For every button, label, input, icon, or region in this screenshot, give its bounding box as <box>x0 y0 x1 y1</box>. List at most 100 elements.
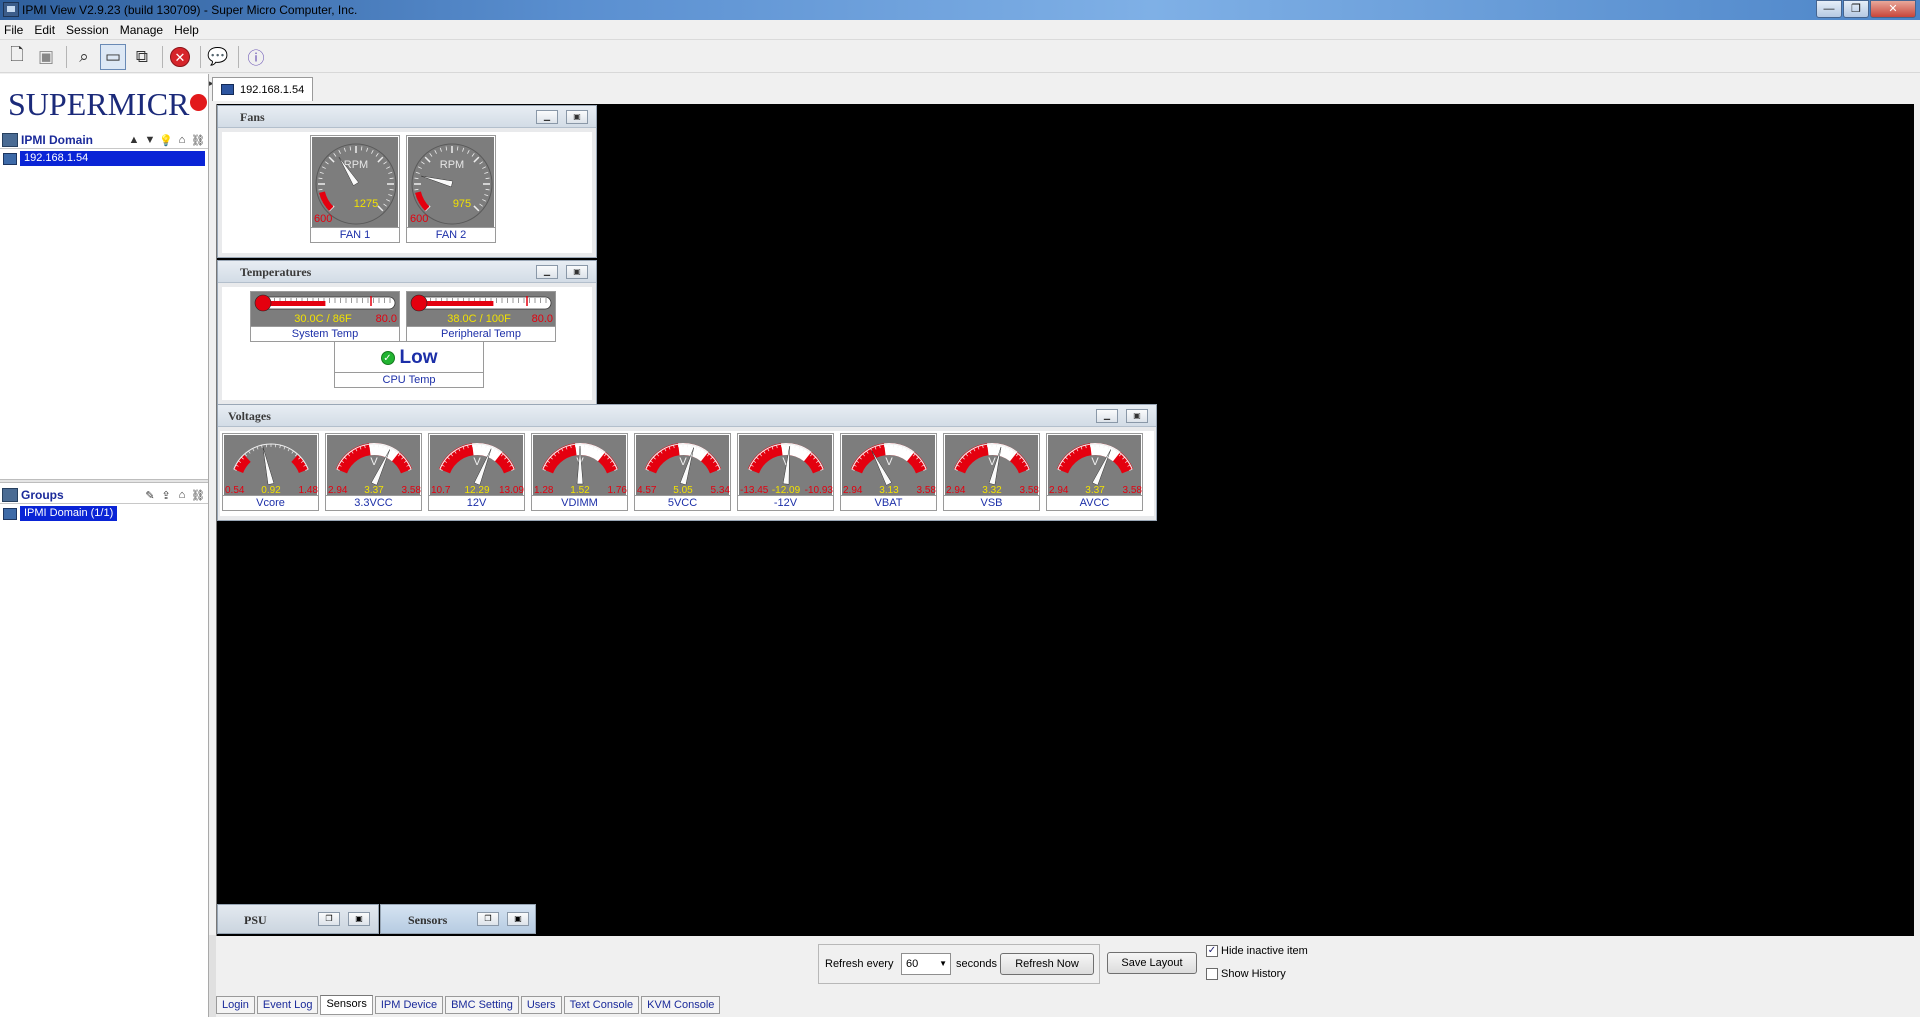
bottom-tabs: Login Event Log Sensors IPM Device BMC S… <box>216 995 722 1015</box>
psu-mini-frame[interactable]: PSU ❐ ▣ <box>217 904 379 934</box>
tree-item-group[interactable]: IPMI Domain (1/1) <box>0 506 118 521</box>
fan-tick <box>485 188 490 191</box>
temp-gauge-card: 38.0C / 100F 80.0 Peripheral Temp <box>406 291 556 342</box>
menu-session[interactable]: Session <box>66 23 109 37</box>
link-icon[interactable]: ⛓ <box>190 134 206 147</box>
save-icon[interactable]: ▣ <box>33 44 59 70</box>
menu-file[interactable]: File <box>4 23 23 37</box>
voltages-body: 0.54 0.92 1.48 Vcore V 2.94 3.37 3.58 3.3VCC V 10.… <box>220 431 1154 516</box>
fan-dial: RPM 1275 600 <box>312 137 398 227</box>
refresh-interval-value: 60 <box>906 958 919 970</box>
add-group-icon[interactable]: ⇪ <box>158 489 174 502</box>
show-history-checkbox[interactable]: Show History <box>1206 968 1286 980</box>
monitor-icon[interactable]: ▭ <box>100 43 126 70</box>
search-icon[interactable]: ⌕ <box>71 44 97 70</box>
move-up-icon[interactable]: ▲ <box>126 134 142 147</box>
menu-help[interactable]: Help <box>174 23 199 37</box>
tab-kvm-console[interactable]: KVM Console <box>641 996 721 1014</box>
info-icon[interactable]: ⓘ <box>243 44 269 70</box>
fans-minimize-button[interactable]: ▁ <box>536 110 558 124</box>
fan-tick <box>388 171 393 174</box>
voltage-tick <box>279 445 281 449</box>
save-layout-button[interactable]: Save Layout <box>1107 952 1197 974</box>
voltages-frame-header[interactable]: Voltages ▁ ▣ <box>218 405 1156 427</box>
fan-tick <box>383 161 387 165</box>
close-button[interactable]: ✕ <box>1870 0 1916 18</box>
fan-tick <box>479 161 483 165</box>
home-group-icon[interactable]: ⌂ <box>174 489 190 502</box>
tab-bmc-setting[interactable]: BMC Setting <box>445 996 519 1014</box>
fans-frame: Fans ▁ ▣ RPM 1275 600 FAN 1 RPM 975 600 FAN 2 <box>217 105 597 258</box>
chat-icon[interactable]: 💬 <box>205 44 231 70</box>
voltage-tick <box>287 448 290 452</box>
panel-splitter[interactable] <box>0 479 208 483</box>
host-label: 192.168.1.54 <box>20 151 205 166</box>
tab-sensors[interactable]: Sensors <box>320 995 373 1015</box>
sensor-workspace: Fans ▁ ▣ RPM 1275 600 FAN 1 RPM 975 600 FAN 2 T… <box>216 104 1914 936</box>
tab-event-log[interactable]: Event Log <box>256 996 319 1014</box>
home-icon[interactable]: ⌂ <box>174 134 190 147</box>
temperatures-body: ✓ Low CPU Temp 30.0C / 86F 80.0 System Tem… <box>222 287 592 400</box>
fan-tick <box>366 147 369 152</box>
move-down-icon[interactable]: ▼ <box>142 134 158 147</box>
temperatures-maximize-button[interactable]: ▣ <box>566 265 588 279</box>
thermometer-fill <box>263 301 326 306</box>
sensors-mini-frame[interactable]: Sensors ❐ ▣ <box>380 904 536 934</box>
supermicro-logo: SUPERMICR <box>8 86 208 123</box>
hide-inactive-checkbox[interactable]: ✓ Hide inactive item <box>1206 945 1308 957</box>
voltage-tick <box>295 453 298 457</box>
temperatures-frame-header[interactable]: Temperatures ▁ ▣ <box>218 261 596 283</box>
voltage-label: -12V <box>738 495 833 510</box>
menu-edit[interactable]: Edit <box>34 23 55 37</box>
psu-maximize-button[interactable]: ▣ <box>348 912 370 926</box>
stop-icon[interactable]: ✕ <box>167 44 193 70</box>
temp-gauge-card: 30.0C / 86F 80.0 System Temp <box>250 291 400 342</box>
menu-manage[interactable]: Manage <box>120 23 163 37</box>
fans-frame-header[interactable]: Fans ▁ ▣ <box>218 106 596 128</box>
temp-value: 30.0C / 86F <box>294 313 352 325</box>
fan-tick <box>318 177 323 180</box>
new-icon[interactable]: 🗋 <box>4 44 30 70</box>
psu-restore-button[interactable]: ❐ <box>318 912 340 926</box>
show-history-label: Show History <box>1221 968 1286 980</box>
fans-maximize-button[interactable]: ▣ <box>566 110 588 124</box>
voltage-gauge-card: V 10.7 12.29 13.09 12V <box>428 433 525 511</box>
sensors-restore-button[interactable]: ❐ <box>477 912 499 926</box>
refresh-interval-select[interactable]: 60 ▼ <box>901 953 951 975</box>
tab-text-console[interactable]: Text Console <box>563 996 640 1014</box>
app-icon <box>3 2 19 17</box>
maximize-button[interactable]: ❐ <box>1843 0 1869 18</box>
voltages-maximize-button[interactable]: ▣ <box>1126 409 1148 423</box>
tab-users[interactable]: Users <box>520 996 562 1014</box>
temperatures-minimize-button[interactable]: ▁ <box>536 265 558 279</box>
tree-item-host[interactable]: 192.168.1.54 <box>0 151 205 166</box>
voltage-label: Vcore <box>223 495 318 510</box>
session-tab-host[interactable]: 192.168.1.54 <box>212 77 314 101</box>
voltage-tick <box>256 446 259 450</box>
ipmi-domain-header: IPMI Domain ▲ ▼ 💡 ⌂ ⛓ <box>0 132 208 149</box>
voltage-dial: V 2.94 3.37 3.58 <box>327 435 421 496</box>
voltage-dial-svg: V2.94 3.13 3.58 <box>843 443 936 496</box>
copy-icon[interactable]: ⧉ <box>129 44 155 70</box>
fan-dial: RPM 975 600 <box>408 137 494 227</box>
voltage-gauge-card: V 4.57 5.05 5.34 5VCC <box>634 433 731 511</box>
fan-dial-svg: RPM 975 600 <box>410 143 493 225</box>
link-group-icon[interactable]: ⛓ <box>190 489 206 502</box>
minimize-button[interactable]: — <box>1816 0 1842 18</box>
fan-tick <box>482 199 487 202</box>
sensors-maximize-button[interactable]: ▣ <box>507 912 529 926</box>
bulb-icon[interactable]: 💡 <box>158 134 174 147</box>
cpu-temp-value: Low <box>399 346 438 368</box>
fan-tick <box>343 147 346 152</box>
edit-group-icon[interactable]: ✎ <box>142 489 158 502</box>
fan-tick <box>429 153 433 157</box>
refresh-every-label: Refresh every <box>825 958 894 970</box>
voltages-frame: Voltages ▁ ▣ 0.54 0.92 1.48 Vcore V 2.94 3.37 3… <box>217 404 1157 521</box>
refresh-now-button[interactable]: Refresh Now <box>1000 953 1094 975</box>
fan-needle <box>420 175 454 188</box>
voltages-minimize-button[interactable]: ▁ <box>1096 409 1118 423</box>
tab-ipm-device[interactable]: IPM Device <box>374 996 444 1014</box>
fan-label: FAN 1 <box>311 227 399 242</box>
tab-login[interactable]: Login <box>216 996 255 1014</box>
voltage-dial: V 10.7 12.29 13.09 <box>430 435 524 496</box>
